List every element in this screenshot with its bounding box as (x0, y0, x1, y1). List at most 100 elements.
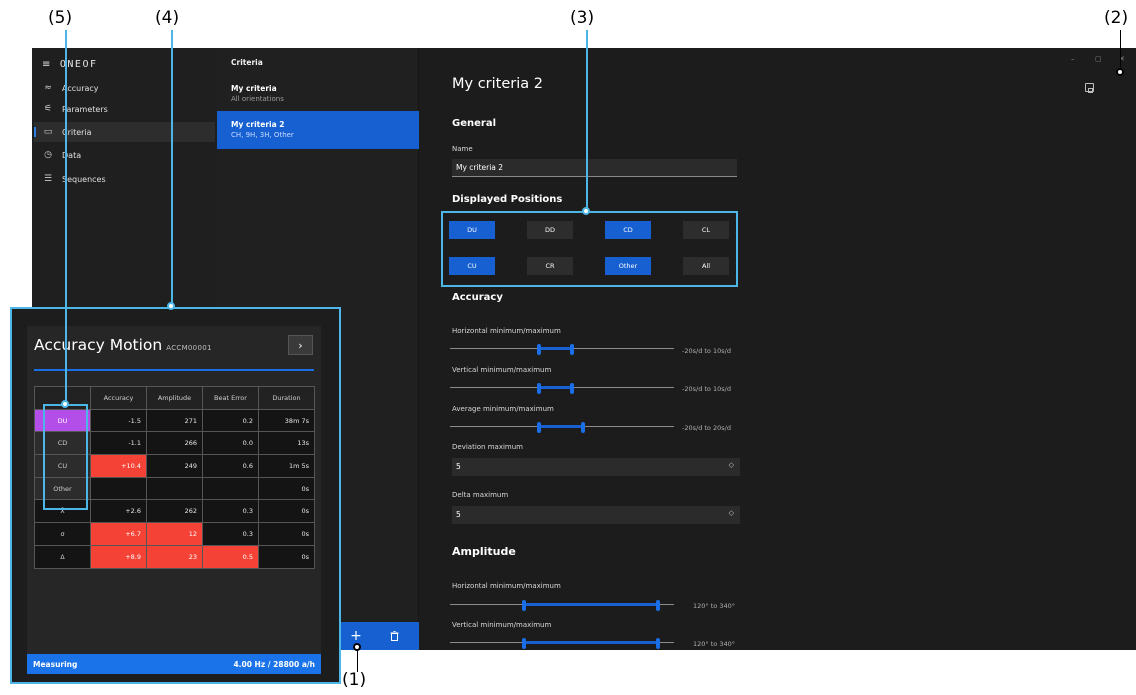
slider-thumb-max[interactable] (581, 422, 585, 433)
amp-v-range: 120° to 340° (693, 640, 735, 648)
callout-5: (5) (48, 8, 73, 28)
slider-thumb-min[interactable] (537, 422, 541, 433)
callout-5-line (65, 30, 67, 404)
slider-fill (539, 347, 572, 350)
callout-2: (2) (1104, 8, 1129, 28)
table-cell: 0.5 (202, 544, 259, 569)
card-id: ACCM00001 (166, 344, 212, 352)
amp-v-slider[interactable] (450, 638, 674, 649)
maximize-button[interactable]: ▢ (1095, 55, 1102, 63)
table-row: Δ +8.9 23 0.5 0s (34, 544, 315, 569)
criteria-detail: – ▢ ✕ My criteria 2 General Name My crit… (419, 48, 1136, 650)
position-column-highlight (43, 404, 88, 510)
slider-thumb-max[interactable] (656, 600, 660, 611)
deviation-value: 5 (456, 462, 461, 471)
callout-3-line (586, 30, 588, 211)
sidebar-item-parameters[interactable]: ⚟ Parameters (34, 99, 215, 119)
callout-4-dot (167, 302, 175, 310)
column-header: Amplitude (146, 386, 203, 410)
delete-criteria-button[interactable] (380, 622, 408, 650)
table-cell: 0s (258, 544, 315, 569)
save-icon[interactable] (1085, 83, 1094, 93)
page-title: My criteria 2 (452, 76, 543, 92)
spinner-icon[interactable]: ◇ (729, 509, 734, 517)
sliders-icon: ⚟ (43, 104, 53, 114)
table-cell: 12 (146, 522, 203, 546)
trash-icon (390, 631, 398, 641)
amplitude-heading: Amplitude (452, 545, 516, 558)
amp-h-range: 120° to 340° (693, 602, 735, 610)
v-minmax-range: -20s/d to 10s/d (682, 385, 731, 393)
table-cell (90, 476, 147, 501)
list-item-sub: All orientations (231, 95, 284, 103)
table-cell: 0.2 (202, 408, 259, 433)
slider-fill (524, 603, 658, 606)
delta-value: 5 (456, 510, 461, 519)
list-item[interactable]: My criteria 2 CH, 9H, 3H, Other (217, 111, 419, 149)
column-header: Accuracy (90, 386, 147, 410)
table-cell: 13s (258, 431, 315, 456)
v-minmax-slider[interactable] (450, 383, 674, 394)
table-cell: 0.3 (202, 522, 259, 546)
minimize-button[interactable]: – (1071, 55, 1075, 63)
h-minmax-range: -20s/d to 10s/d (682, 347, 731, 355)
name-field[interactable]: My criteria 2 (452, 159, 737, 177)
sidebar-item-sequences[interactable]: ☰ Sequences (34, 169, 215, 189)
sidebar-item-label: Accuracy (62, 83, 99, 93)
name-label: Name (452, 145, 473, 153)
brand: ≡ ONEOF (42, 56, 98, 72)
row-stat-label: Δ (34, 544, 91, 569)
table-cell: +2.6 (90, 499, 147, 524)
slider-fill (539, 425, 583, 428)
card-title: Accuracy Motion ACCM00001 (34, 336, 212, 354)
card-next-button[interactable]: › (288, 335, 313, 355)
delta-stepper[interactable]: 5 ◇ (452, 506, 740, 524)
avg-minmax-slider[interactable] (450, 422, 674, 433)
table-cell: 0s (258, 499, 315, 524)
h-minmax-slider[interactable] (450, 344, 674, 355)
deviation-stepper[interactable]: 5 ◇ (452, 458, 740, 476)
slider-thumb-min[interactable] (537, 383, 541, 394)
slider-thumb-min[interactable] (537, 344, 541, 355)
table-cell: 1m 5s (258, 454, 315, 478)
sidebar-item-criteria[interactable]: ▭ Criteria (34, 122, 215, 142)
table-cell: 249 (146, 454, 203, 478)
accuracy-icon: ≈ (44, 83, 52, 93)
callout-4: (4) (155, 8, 180, 28)
table-cell (202, 476, 259, 501)
positions-heading: Displayed Positions (452, 194, 563, 205)
list-item[interactable]: My criteria All orientations (217, 75, 419, 113)
sidebar-item-label: Sequences (62, 174, 106, 184)
callout-2-dot (1116, 68, 1124, 76)
positions-highlight (441, 211, 738, 287)
status-text: Measuring (33, 660, 78, 669)
slider-thumb-min[interactable] (522, 600, 526, 611)
list-header: Criteria (231, 58, 263, 67)
slider-thumb-min[interactable] (522, 638, 526, 649)
monitor-icon: ▭ (43, 127, 53, 137)
spinner-icon[interactable]: ◇ (729, 461, 734, 469)
sidebar-item-data[interactable]: ◷ Data (34, 145, 215, 165)
sidebar-item-accuracy[interactable]: ≈ Accuracy (34, 78, 215, 98)
amp-h-label: Horizontal minimum/maximum (452, 582, 561, 590)
frequency-readout: 4.00 Hz / 28800 a/h (233, 660, 315, 669)
slider-thumb-max[interactable] (570, 383, 574, 394)
menu-icon[interactable]: ≡ (42, 59, 52, 70)
status-bar: Measuring 4.00 Hz / 28800 a/h (27, 654, 321, 674)
avg-minmax-range: -20s/d to 20s/d (682, 424, 731, 432)
sidebar-item-label: Parameters (62, 104, 108, 114)
table-cell: -1.5 (90, 408, 147, 433)
slider-thumb-max[interactable] (570, 344, 574, 355)
table-cell: 271 (146, 408, 203, 433)
column-header: Beat Error (202, 386, 259, 410)
slider-thumb-max[interactable] (656, 638, 660, 649)
table-cell: 0.6 (202, 454, 259, 478)
card-title-text: Accuracy Motion (34, 336, 163, 354)
h-minmax-label: Horizontal minimum/maximum (452, 327, 561, 335)
table-cell: +6.7 (90, 522, 147, 546)
callout-3: (3) (570, 8, 595, 28)
amp-h-slider[interactable] (450, 600, 674, 611)
callout-1-line (357, 650, 358, 672)
table-cell: -1.1 (90, 431, 147, 456)
plus-icon: + (350, 628, 362, 644)
